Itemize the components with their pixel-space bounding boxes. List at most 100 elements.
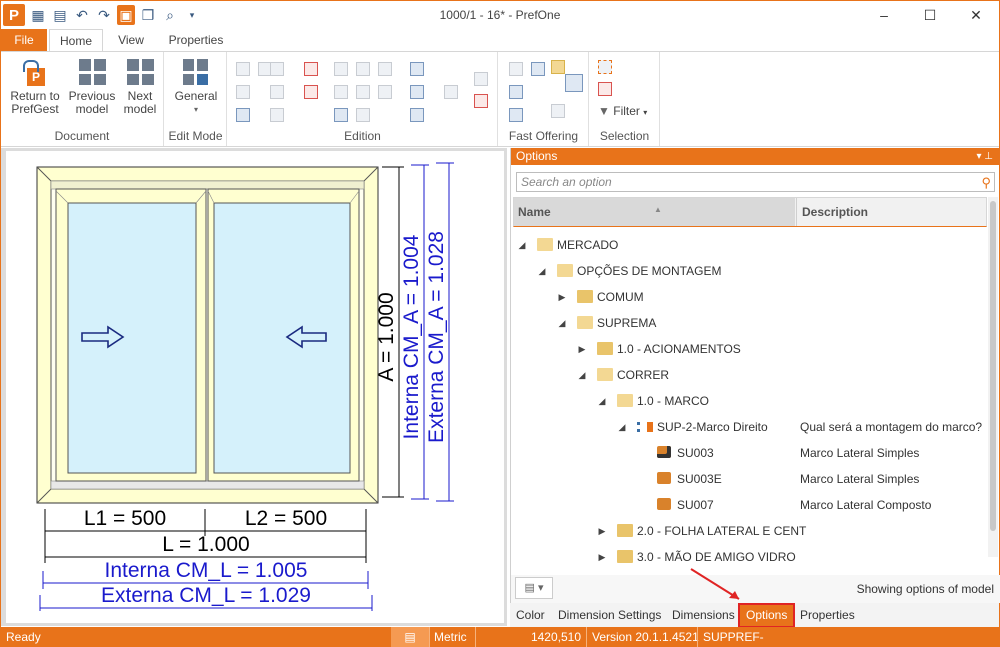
panel-tab-color[interactable]: Color bbox=[516, 605, 545, 626]
tab-view[interactable]: View bbox=[109, 29, 153, 51]
collapse-icon[interactable]: ◢ bbox=[597, 388, 607, 414]
option-search-input[interactable]: Search an option ⚲ bbox=[516, 172, 995, 192]
collapse-icon[interactable]: ◢ bbox=[557, 310, 567, 336]
general-button[interactable]: General ▾ bbox=[171, 58, 221, 116]
group-fast-offering: Fast Offering bbox=[499, 52, 589, 146]
group-edition-label: Edition bbox=[344, 129, 381, 143]
columns-tool-icon[interactable] bbox=[410, 108, 424, 122]
return-to-prefgest-button[interactable]: P Return to PrefGest bbox=[7, 58, 63, 116]
collapse-icon[interactable]: ◢ bbox=[617, 414, 627, 440]
edition-tool-icon[interactable] bbox=[270, 62, 284, 76]
link-icon[interactable] bbox=[474, 72, 488, 86]
edition-tool-icon[interactable] bbox=[356, 85, 370, 99]
select-all-icon[interactable] bbox=[598, 60, 612, 74]
collapse-icon[interactable]: ◢ bbox=[517, 232, 527, 258]
offering-tool-icon[interactable] bbox=[531, 62, 545, 76]
tree-row-label: OPÇÕES DE MONTAGEM bbox=[577, 264, 722, 278]
sort-asc-icon: ▲ bbox=[654, 205, 662, 214]
delete-tool-icon[interactable] bbox=[304, 62, 318, 76]
next-model-label: Next model bbox=[123, 89, 157, 116]
edition-tool-icon[interactable] bbox=[444, 85, 458, 99]
drawing-canvas[interactable]: L1 = 500 L2 = 500 L = 1.000 Interna CM_L… bbox=[6, 151, 504, 623]
window-drawing: L1 = 500 L2 = 500 L = 1.000 Interna CM_L… bbox=[36, 162, 454, 611]
grid-tool-icon[interactable] bbox=[410, 85, 424, 99]
tree-row[interactable]: ▶ 1.0 - ACIONAMENTOS bbox=[511, 336, 987, 362]
deselect-icon[interactable] bbox=[598, 82, 612, 96]
group-selection-label: Selection bbox=[599, 129, 650, 143]
chevron-down-icon: ▾ bbox=[643, 108, 648, 117]
status-coords: 1420,510 bbox=[475, 627, 585, 647]
tree-row[interactable]: ◢ SUP-2-Marco Direito Qual será a montagem… bbox=[511, 414, 987, 440]
tree-column-header: ▲ Name Description bbox=[513, 197, 987, 227]
edition-tool-icon[interactable] bbox=[334, 62, 348, 76]
previous-model-button[interactable]: Previous model bbox=[67, 58, 117, 116]
tree-row-label: SUP-2-Marco Direito bbox=[657, 420, 768, 434]
panel-tab-dimension-settings[interactable]: Dimension Settings bbox=[558, 605, 661, 626]
next-model-button[interactable]: Next model bbox=[117, 58, 163, 116]
expand-icon[interactable]: ▶ bbox=[597, 544, 607, 570]
expand-icon[interactable]: ▶ bbox=[577, 336, 587, 362]
tree-row[interactable]: ◢ SUPREMA bbox=[511, 310, 987, 336]
tree-row[interactable]: SU003 Marco Lateral Simples bbox=[511, 440, 987, 466]
panel-tab-dimensions[interactable]: Dimensions bbox=[672, 605, 735, 626]
tree-row-label: 1.0 - MARCO bbox=[637, 394, 710, 408]
tree-row[interactable]: ◢ OPÇÕES DE MONTAGEM bbox=[511, 258, 987, 284]
tree-row[interactable]: SU003E Marco Lateral Simples bbox=[511, 466, 987, 492]
offering-tool-icon[interactable] bbox=[551, 60, 565, 74]
edition-tool-icon[interactable] bbox=[356, 62, 370, 76]
edition-tool-icon[interactable] bbox=[356, 108, 370, 122]
angle-tool-icon[interactable] bbox=[334, 108, 348, 122]
panel-tab-properties[interactable]: Properties bbox=[800, 605, 855, 626]
tab-properties[interactable]: Properties bbox=[161, 29, 231, 51]
search-icon[interactable]: ⚲ bbox=[981, 174, 991, 192]
expand-icon[interactable]: ▶ bbox=[557, 284, 567, 310]
expand-icon[interactable]: ▶ bbox=[597, 518, 607, 544]
tree-row[interactable]: SU007 Marco Lateral Composto bbox=[511, 492, 987, 518]
offering-tool-icon[interactable] bbox=[509, 62, 523, 76]
left-glass bbox=[67, 202, 197, 474]
offering-tool-icon[interactable] bbox=[551, 104, 565, 118]
edition-tool-icon[interactable] bbox=[334, 85, 348, 99]
tree-row[interactable]: ◢ CORRER bbox=[511, 362, 987, 388]
tree-row[interactable]: ▶ COMUM bbox=[511, 284, 987, 310]
offering-tool-icon[interactable] bbox=[509, 85, 523, 99]
option-list-icon bbox=[637, 422, 653, 432]
profile-tool-icon[interactable] bbox=[410, 62, 424, 76]
edit-pen-icon[interactable] bbox=[236, 108, 250, 122]
tab-home[interactable]: Home bbox=[49, 29, 103, 52]
tree-scrollbar[interactable] bbox=[988, 197, 998, 557]
edition-tool-icon[interactable] bbox=[236, 85, 250, 99]
dim-interna-l: Interna CM_L = 1.005 bbox=[105, 559, 308, 582]
edition-tool-icon[interactable] bbox=[236, 62, 250, 76]
status-doc-icon[interactable]: ▤ bbox=[391, 627, 429, 647]
options-panel-header: Options ▾ ⊥ bbox=[511, 148, 999, 165]
offering-tool-icon[interactable] bbox=[509, 108, 523, 122]
edition-tool-icon[interactable] bbox=[378, 62, 392, 76]
tree-row[interactable]: ◢ MERCADO bbox=[511, 232, 987, 258]
column-description-header[interactable]: Description bbox=[796, 198, 986, 226]
remove-icon[interactable] bbox=[474, 94, 488, 108]
filter-button[interactable]: ▼ Filter ▾ bbox=[598, 104, 647, 118]
view-options-button[interactable]: ▤ ▾ bbox=[515, 577, 553, 599]
tab-file[interactable]: File bbox=[1, 29, 47, 51]
pin-icon[interactable]: ▾ ⊥ bbox=[976, 148, 993, 165]
dim-externa-l: Externa CM_L = 1.029 bbox=[101, 584, 311, 607]
tree-row[interactable]: ◢ 1.0 - MARCO bbox=[511, 388, 987, 414]
offering-grid-icon[interactable] bbox=[565, 74, 583, 92]
block-tool-icon[interactable] bbox=[304, 85, 318, 99]
tree-row[interactable]: ▶ 2.0 - FOLHA LATERAL E CENT bbox=[511, 518, 987, 544]
collapse-icon[interactable]: ◢ bbox=[537, 258, 547, 284]
column-name-header[interactable]: ▲ Name bbox=[514, 198, 795, 226]
minimize-icon[interactable]: – bbox=[861, 1, 907, 29]
close-icon[interactable]: ✕ bbox=[953, 1, 999, 29]
edition-tool-icon[interactable] bbox=[270, 85, 284, 99]
tree-row-label: SU003E bbox=[677, 472, 722, 486]
edition-tool-icon[interactable] bbox=[378, 85, 392, 99]
status-units[interactable]: Metric bbox=[429, 627, 467, 647]
tree-row[interactable]: ▶ 3.0 - MÃO DE AMIGO VIDRO bbox=[511, 544, 987, 570]
edition-tool-icon[interactable] bbox=[270, 108, 284, 122]
collapse-icon[interactable]: ◢ bbox=[577, 362, 587, 388]
filter-label: Filter bbox=[613, 104, 640, 118]
maximize-icon[interactable]: ☐ bbox=[907, 1, 953, 29]
panel-tab-options[interactable]: Options bbox=[737, 603, 796, 628]
